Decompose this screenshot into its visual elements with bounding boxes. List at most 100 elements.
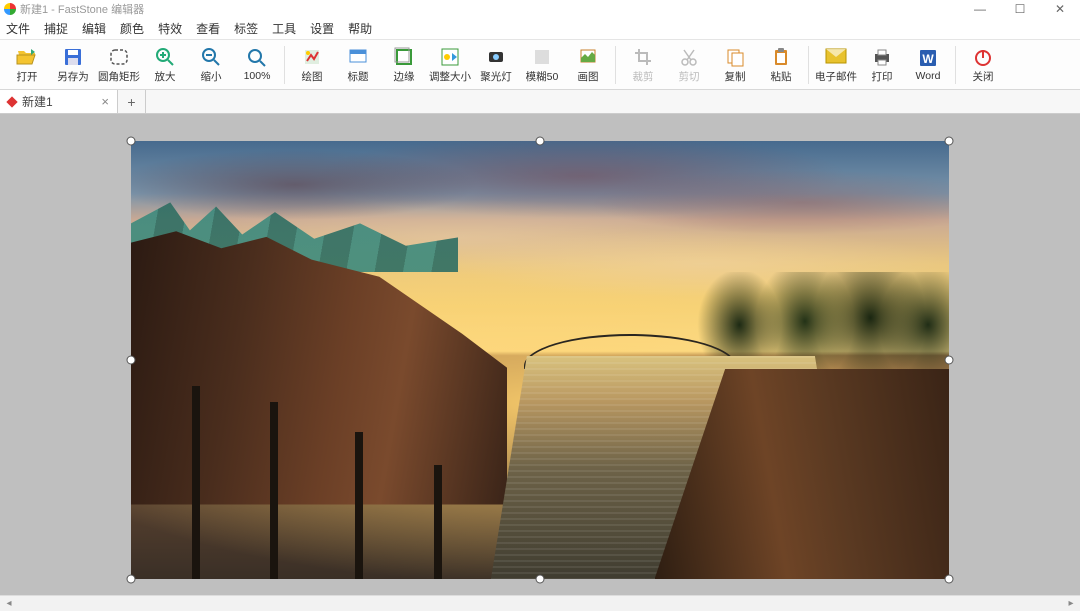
draw-label: 绘图 [302, 69, 323, 84]
canvas-button[interactable]: 画图 [565, 42, 611, 88]
open-label: 打开 [17, 69, 38, 84]
crop-label: 裁剪 [633, 69, 654, 84]
zoomout-label: 缩小 [201, 69, 222, 84]
edge-label: 边缘 [394, 69, 415, 84]
tabstrip: 新建1 × + [0, 90, 1080, 114]
tab-close-icon[interactable]: × [101, 94, 109, 109]
paste-icon [770, 46, 792, 68]
draw-icon [301, 46, 323, 68]
menu-tools[interactable]: 工具 [272, 20, 296, 37]
cut-button: 剪切 [666, 42, 712, 88]
blur50-label: 模糊50 [526, 69, 559, 84]
tab-new1[interactable]: 新建1 × [0, 90, 118, 113]
menubar: 文件 捕捉 编辑 颜色 特效 查看 标签 工具 设置 帮助 [0, 18, 1080, 40]
blur50-button[interactable]: 模糊50 [519, 42, 565, 88]
toolbar-separator [615, 46, 616, 84]
handle-e[interactable] [945, 356, 954, 365]
zoomin-button[interactable]: 放大 [142, 42, 188, 88]
word-icon: W [917, 47, 939, 69]
crop-button: 裁剪 [620, 42, 666, 88]
window-title: 新建1 - FastStone 编辑器 [20, 1, 144, 17]
handle-sw[interactable] [127, 575, 136, 584]
handle-se[interactable] [945, 575, 954, 584]
edge-button[interactable]: 边缘 [381, 42, 427, 88]
titlebar: 新建1 - FastStone 编辑器 — ☐ ✕ [0, 0, 1080, 18]
email-icon [825, 46, 847, 68]
copy-icon [724, 46, 746, 68]
paste-button[interactable]: 粘贴 [758, 42, 804, 88]
edge-icon [393, 46, 415, 68]
menu-view[interactable]: 查看 [196, 20, 220, 37]
spotlight-label: 聚光灯 [480, 69, 512, 84]
menu-file[interactable]: 文件 [6, 20, 30, 37]
roundrect-button[interactable]: 圆角矩形 [96, 42, 142, 88]
handle-nw[interactable] [127, 137, 136, 146]
print-label: 打印 [872, 69, 893, 84]
saveas-button[interactable]: 另存为 [50, 42, 96, 88]
handle-s[interactable] [536, 575, 545, 584]
save-icon [62, 46, 84, 68]
tab-label: 新建1 [22, 93, 53, 110]
roundrect-label: 圆角矩形 [98, 69, 140, 84]
zoom-out-icon [200, 46, 222, 68]
crop-icon [632, 46, 654, 68]
horizontal-scrollbar[interactable]: ◂ ▸ [0, 595, 1080, 611]
modified-indicator-icon [6, 96, 17, 107]
svg-text:W: W [922, 52, 934, 66]
menu-capture[interactable]: 捕捉 [44, 20, 68, 37]
zoom100-button[interactable]: 100% [234, 42, 280, 88]
close-window-button[interactable]: ✕ [1040, 0, 1080, 18]
menu-effects[interactable]: 特效 [158, 20, 182, 37]
toolbar: 打开另存为圆角矩形放大 缩小 100% 绘图 标题 边缘调整大小聚光灯模糊50 画图 裁剪 剪切… [0, 40, 1080, 90]
canvas-label: 画图 [578, 69, 599, 84]
close-button[interactable]: 关闭 [960, 42, 1006, 88]
blur-icon [531, 46, 553, 68]
scroll-right-icon[interactable]: ▸ [1064, 598, 1078, 609]
paste-label: 粘贴 [771, 69, 792, 84]
scroll-left-icon[interactable]: ◂ [2, 598, 16, 609]
resize-label: 调整大小 [429, 69, 471, 84]
email-button[interactable]: 电子邮件 [813, 42, 859, 88]
window-controls: — ☐ ✕ [960, 0, 1080, 18]
draw-button[interactable]: 绘图 [289, 42, 335, 88]
close-label: 关闭 [973, 69, 994, 84]
canvas-image[interactable] [131, 141, 949, 579]
cut-label: 剪切 [679, 69, 700, 84]
handle-w[interactable] [127, 356, 136, 365]
minimize-button[interactable]: — [960, 0, 1000, 18]
caption-label: 标题 [348, 69, 369, 84]
add-tab-button[interactable]: + [118, 90, 146, 113]
menu-settings[interactable]: 设置 [310, 20, 334, 37]
toolbar-separator [808, 46, 809, 84]
caption-button[interactable]: 标题 [335, 42, 381, 88]
word-button[interactable]: WWord [905, 42, 951, 88]
menu-color[interactable]: 颜色 [120, 20, 144, 37]
power-icon [972, 46, 994, 68]
toolbar-separator [955, 46, 956, 84]
spotlight-icon [485, 46, 507, 68]
zoomin-label: 放大 [155, 69, 176, 84]
copy-button[interactable]: 复制 [712, 42, 758, 88]
spotlight-button[interactable]: 聚光灯 [473, 42, 519, 88]
folder-open-icon [16, 46, 38, 68]
cut-icon [678, 46, 700, 68]
open-button[interactable]: 打开 [4, 42, 50, 88]
menu-tags[interactable]: 标签 [234, 20, 258, 37]
maximize-button[interactable]: ☐ [1000, 0, 1040, 18]
rounded-rect-icon [108, 46, 130, 68]
handle-ne[interactable] [945, 137, 954, 146]
menu-help[interactable]: 帮助 [348, 20, 372, 37]
zoomout-button[interactable]: 缩小 [188, 42, 234, 88]
image-selection-frame[interactable] [131, 141, 949, 579]
zoom-100-icon [246, 47, 268, 69]
resize-icon [439, 46, 461, 68]
print-button[interactable]: 打印 [859, 42, 905, 88]
workspace[interactable] [0, 114, 1080, 595]
app-icon [4, 3, 16, 15]
copy-label: 复制 [725, 69, 746, 84]
resize-button[interactable]: 调整大小 [427, 42, 473, 88]
handle-n[interactable] [536, 137, 545, 146]
toolbar-separator [284, 46, 285, 84]
menu-edit[interactable]: 编辑 [82, 20, 106, 37]
canvas-icon [577, 46, 599, 68]
